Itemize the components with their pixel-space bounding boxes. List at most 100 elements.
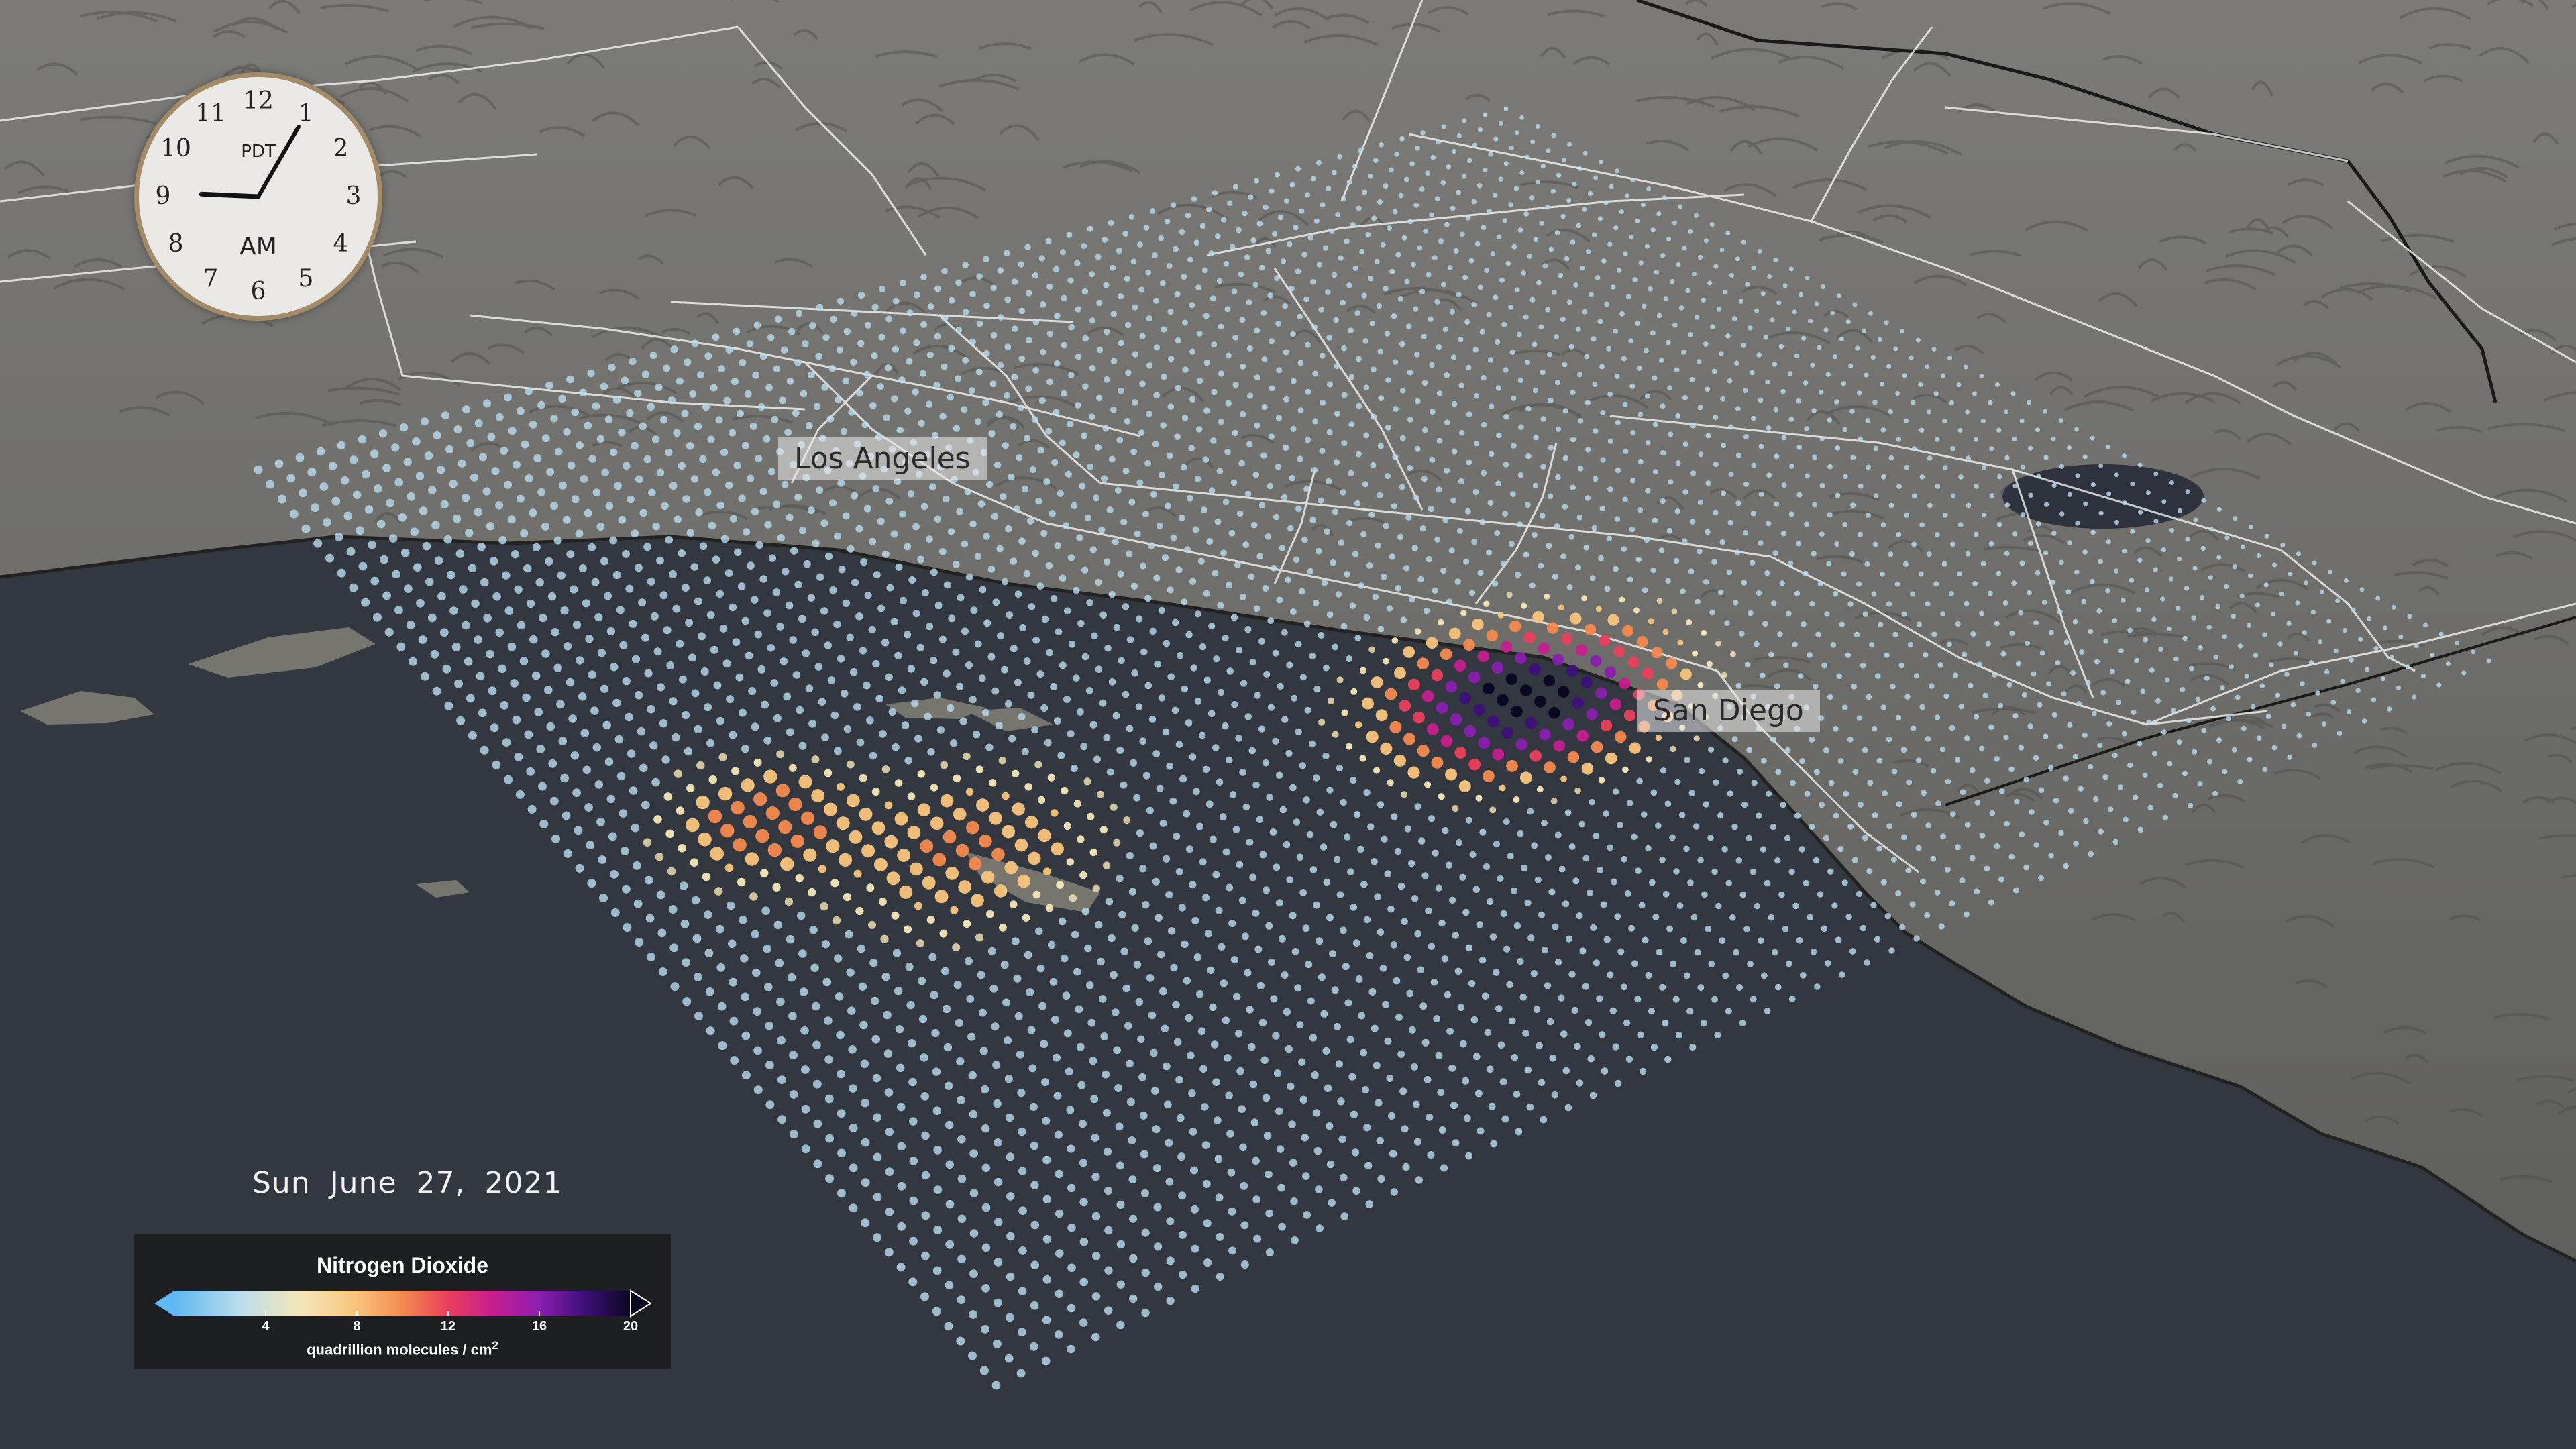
- no2-dot: [1644, 537, 1650, 543]
- no2-dot: [772, 588, 781, 596]
- no2-dot: [1750, 511, 1756, 517]
- legend: Nitrogen Dioxide 4 8 12 16 20 quadrillion mo…: [134, 1234, 671, 1368]
- no2-dot: [1448, 896, 1456, 904]
- no2-dot: [1467, 158, 1472, 164]
- no2-dot: [696, 795, 710, 810]
- no2-dot: [1236, 647, 1243, 654]
- no2-dot: [356, 526, 365, 535]
- no2-dot: [1390, 1188, 1398, 1196]
- no2-dot: [1276, 367, 1283, 374]
- legend-units: quadrillion molecules / cm2: [134, 1339, 671, 1358]
- no2-dot: [1242, 803, 1250, 811]
- no2-dot: [2106, 491, 2112, 496]
- no2-dot: [729, 603, 737, 612]
- no2-dot: [1942, 513, 1948, 518]
- no2-dot: [1102, 1070, 1110, 1079]
- no2-dot: [757, 665, 766, 674]
- no2-dot: [838, 853, 853, 867]
- no2-dot: [798, 949, 807, 958]
- no2-dot: [1925, 364, 1930, 370]
- no2-dot: [1295, 505, 1302, 513]
- no2-dot: [647, 402, 655, 411]
- no2-dot: [1540, 369, 1546, 376]
- no2-dot: [656, 683, 665, 692]
- no2-dot: [1350, 904, 1358, 911]
- no2-dot: [1501, 1115, 1509, 1123]
- no2-dot: [1355, 451, 1362, 458]
- no2-dot: [1758, 491, 1764, 497]
- no2-dot: [1458, 780, 1471, 793]
- no2-dot: [1005, 1113, 1014, 1122]
- no2-dot: [1429, 362, 1435, 368]
- no2-dot: [2117, 784, 2124, 790]
- no2-dot: [998, 757, 1007, 765]
- no2-dot: [1435, 884, 1442, 892]
- no2-dot: [1591, 525, 1598, 531]
- no2-dot: [930, 568, 938, 576]
- no2-dot: [1265, 922, 1273, 930]
- no2-dot: [936, 726, 945, 734]
- no2-dot: [1087, 225, 1093, 232]
- no2-dot: [2061, 691, 2067, 697]
- no2-dot: [1841, 879, 1848, 886]
- no2-dot: [881, 765, 890, 773]
- no2-dot: [1633, 607, 1640, 614]
- no2-dot: [1009, 900, 1018, 908]
- no2-dot: [1552, 573, 1558, 580]
- no2-dot: [1866, 464, 1872, 470]
- no2-dot: [1558, 272, 1564, 278]
- no2-dot: [2100, 690, 2106, 696]
- no2-dot: [1462, 908, 1470, 916]
- no2-dot: [1746, 747, 1753, 753]
- no2-dot: [1492, 580, 1499, 587]
- no2-dot: [881, 972, 890, 981]
- no2-dot: [1077, 1081, 1086, 1089]
- no2-dot: [1979, 610, 1985, 616]
- no2-dot: [775, 959, 784, 967]
- no2-dot: [2219, 685, 2225, 691]
- no2-dot: [1092, 884, 1100, 892]
- no2-dot: [1113, 839, 1121, 847]
- no2-dot: [2114, 472, 2119, 478]
- no2-dot: [1175, 741, 1183, 748]
- no2-dot: [706, 1026, 715, 1036]
- no2-dot: [2043, 455, 2049, 460]
- no2-dot: [873, 571, 881, 579]
- no2-dot: [1786, 610, 1792, 617]
- no2-dot: [1144, 460, 1151, 467]
- no2-dot: [1714, 1031, 1721, 1039]
- no2-dot: [1070, 765, 1078, 773]
- no2-dot: [753, 792, 767, 806]
- no2-dot: [1521, 864, 1528, 871]
- no2-dot: [669, 697, 678, 706]
- no2-dot: [805, 422, 813, 429]
- no2-dot: [1487, 500, 1494, 506]
- no2-dot: [1701, 297, 1706, 303]
- no2-dot: [1587, 191, 1593, 197]
- no2-dot: [861, 1098, 869, 1108]
- no2-dot: [1823, 747, 1829, 753]
- no2-dot: [1126, 550, 1133, 557]
- no2-dot: [969, 1189, 979, 1197]
- no2-dot: [727, 901, 735, 910]
- no2-dot: [1562, 718, 1574, 731]
- no2-dot: [763, 736, 772, 745]
- no2-dot: [545, 557, 553, 566]
- no2-dot: [1607, 614, 1619, 626]
- no2-dot: [1226, 1130, 1234, 1138]
- no2-dot: [1165, 1138, 1173, 1147]
- no2-dot: [1374, 258, 1380, 264]
- no2-dot: [1375, 1099, 1383, 1107]
- no2-dot: [1108, 678, 1116, 686]
- no2-dot: [682, 997, 692, 1006]
- no2-dot: [1925, 822, 1932, 829]
- no2-dot: [1567, 751, 1580, 763]
- no2-dot: [896, 426, 904, 434]
- no2-dot: [1078, 1120, 1087, 1128]
- no2-dot: [1619, 677, 1631, 689]
- no2-dot: [881, 639, 890, 647]
- no2-dot: [1560, 553, 1567, 560]
- no2-dot: [790, 834, 804, 848]
- no2-dot: [2033, 620, 2039, 626]
- no2-dot: [1018, 261, 1025, 268]
